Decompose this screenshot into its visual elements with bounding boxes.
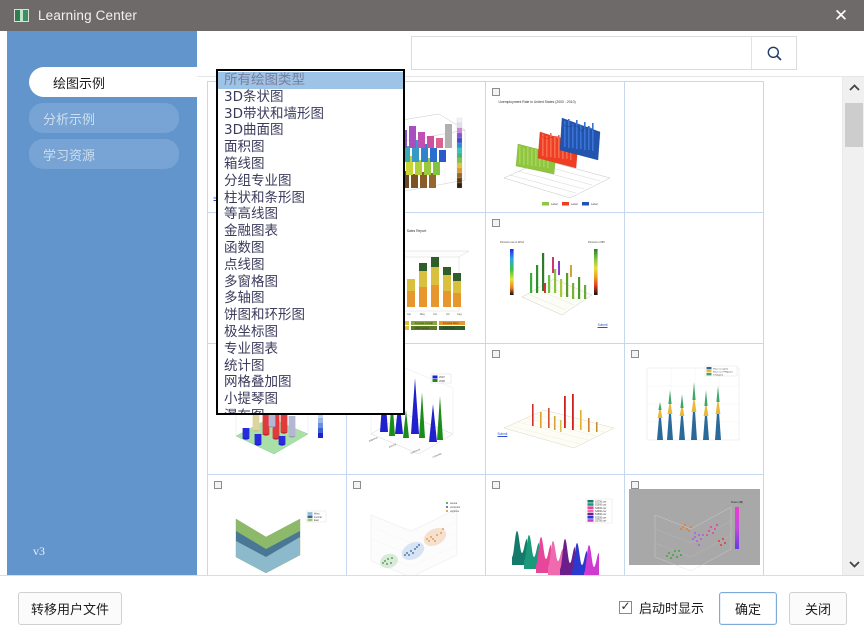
dropdown-option[interactable]: 网格叠加图 bbox=[218, 374, 403, 391]
list-item[interactable]: Unemployment Rate in United States (2000… bbox=[484, 80, 625, 213]
dropdown-option[interactable]: 极坐标图 bbox=[218, 324, 403, 341]
svg-text:Apr: Apr bbox=[407, 312, 411, 316]
svg-text:Percent Low in Wind: Percent Low in Wind bbox=[500, 240, 524, 244]
dropdown-option[interactable]: 3D曲面图 bbox=[218, 122, 403, 139]
dropdown-option[interactable]: 面积图 bbox=[218, 139, 403, 156]
window-body: 绘图示例 分析示例 学习资源 v3 Unemployment Rate in U… bbox=[0, 31, 864, 638]
scroll-up-icon[interactable] bbox=[843, 77, 864, 99]
scroll-down-icon[interactable] bbox=[843, 553, 864, 575]
dropdown-option[interactable]: 箱线图 bbox=[218, 156, 403, 173]
svg-text:Jul: Jul bbox=[446, 312, 450, 316]
svg-text:Colorado: Colorado bbox=[432, 451, 443, 458]
dropdown-option[interactable]: 专业图表 bbox=[218, 341, 403, 358]
svg-text:Power (dB): Power (dB) bbox=[731, 501, 743, 504]
sidebar-item-learning-resources[interactable]: 学习资源 bbox=[29, 139, 179, 169]
window-titlebar: Learning Center ✕ bbox=[0, 0, 864, 31]
dropdown-option[interactable]: 3D条状图 bbox=[218, 89, 403, 106]
list-item[interactable]: Submit bbox=[484, 342, 625, 475]
thumbnail-link[interactable]: Submit bbox=[498, 432, 508, 436]
dropdown-option[interactable]: 瀑布图 bbox=[218, 408, 403, 413]
search-icon bbox=[767, 46, 782, 61]
dropdown-option[interactable]: 统计图 bbox=[218, 358, 403, 375]
svg-text:Mean Cu PPB(ppm): Mean Cu PPB(ppm) bbox=[713, 371, 733, 373]
list-item[interactable]: Mean Cu (ppm) Mean Cu PPB(ppm) STD(ppm) bbox=[623, 342, 764, 475]
svg-text:Percent in MPI: Percent in MPI bbox=[588, 240, 605, 244]
sidebar-item-label: 绘图示例 bbox=[53, 75, 106, 91]
dropdown-option[interactable]: 3D带状和墙形图 bbox=[218, 106, 403, 123]
sidebar-item-analysis-examples[interactable]: 分析示例 bbox=[29, 103, 179, 133]
search-box bbox=[411, 36, 797, 70]
svg-text:2009 West: 2009 West bbox=[443, 327, 455, 330]
svg-text:Jun: Jun bbox=[433, 312, 438, 316]
sidebar-items: 绘图示例 分析示例 学习资源 bbox=[7, 67, 197, 169]
scrollbar-thumb[interactable] bbox=[845, 103, 863, 147]
sidebar-item-label: 分析示例 bbox=[43, 111, 96, 127]
sidebar: 绘图示例 分析示例 学习资源 v3 bbox=[0, 31, 197, 575]
svg-text:2007: 2007 bbox=[439, 375, 445, 379]
svg-text:S2750.csv: S2750.csv bbox=[595, 519, 607, 522]
thumbnail-link[interactable]: Submit bbox=[598, 323, 608, 327]
ok-button[interactable]: 确定 bbox=[719, 592, 777, 625]
close-icon[interactable]: ✕ bbox=[818, 0, 864, 31]
list-item[interactable]: West Central East bbox=[206, 473, 347, 575]
version-label: v3 bbox=[33, 544, 45, 558]
svg-text:STD(ppm): STD(ppm) bbox=[713, 374, 723, 376]
transfer-user-files-button[interactable]: 转移用户文件 bbox=[18, 592, 122, 625]
search-input[interactable] bbox=[412, 37, 751, 69]
learning-center-window: Learning Center ✕ 绘图示例 分析示例 学习资源 v3 Unem… bbox=[0, 0, 864, 638]
checkbox-check-icon bbox=[618, 599, 632, 614]
svg-text:Label: Label bbox=[591, 202, 598, 206]
svg-text:Aug: Aug bbox=[457, 312, 462, 316]
dropdown-option[interactable]: 点线图 bbox=[218, 257, 403, 274]
dropdown-option[interactable]: 等高线图 bbox=[218, 206, 403, 223]
list-item[interactable]: Power (dB) bbox=[623, 473, 764, 575]
app-icon bbox=[14, 9, 29, 22]
list-item[interactable]: Percent Low in Wind Percent in MPI Submi… bbox=[484, 211, 625, 344]
dropdown-option[interactable]: 金融图表 bbox=[218, 223, 403, 240]
svg-text:Forecast Central: Forecast Central bbox=[415, 322, 433, 325]
svg-text:Mean Cu (ppm): Mean Cu (ppm) bbox=[713, 368, 728, 370]
show-on-startup-checkbox[interactable]: 启动时显示 bbox=[618, 598, 704, 617]
svg-text:2008: 2008 bbox=[439, 378, 445, 382]
dropdown-option[interactable]: 函数图 bbox=[218, 240, 403, 257]
svg-text:Alabama: Alabama bbox=[368, 436, 378, 443]
show-on-startup-label: 启动时显示 bbox=[638, 601, 704, 616]
sidebar-item-plot-examples[interactable]: 绘图示例 bbox=[29, 67, 197, 97]
dropdown-option[interactable]: 多窗格图 bbox=[218, 274, 403, 291]
window-title: Learning Center bbox=[38, 8, 138, 23]
vertical-scrollbar[interactable] bbox=[842, 77, 864, 575]
svg-text:setosa: setosa bbox=[450, 502, 458, 505]
list-item[interactable]: S1750.csv S2000.csv S2500.csv S3000.csv … bbox=[484, 473, 625, 575]
dropdown-option[interactable]: 小提琴图 bbox=[218, 391, 403, 408]
svg-text:Label: Label bbox=[571, 202, 578, 206]
list-item[interactable] bbox=[623, 211, 764, 344]
svg-text:Forecast West: Forecast West bbox=[443, 322, 459, 325]
svg-text:versicolor: versicolor bbox=[450, 506, 460, 509]
close-button[interactable]: 关闭 bbox=[789, 592, 847, 625]
svg-text:2009 Central: 2009 Central bbox=[415, 327, 429, 330]
list-item[interactable]: setosa versicolor virginica bbox=[345, 473, 486, 575]
dropdown-option[interactable]: 所有绘图类型 bbox=[218, 72, 403, 89]
svg-text:Label: Label bbox=[551, 202, 558, 206]
dropdown-option[interactable]: 分组专业图 bbox=[218, 173, 403, 190]
sidebar-item-label: 学习资源 bbox=[43, 147, 96, 163]
bottom-action-bar: 转移用户文件 启动时显示 确定 关闭 bbox=[0, 575, 864, 638]
search-button[interactable] bbox=[751, 37, 796, 69]
plot-type-dropdown-list[interactable]: 所有绘图类型 3D条状图 3D带状和墙形图 3D曲面图 面积图 箱线图 分组专业… bbox=[216, 69, 405, 415]
list-item[interactable] bbox=[623, 80, 764, 213]
dropdown-option[interactable]: 饼图和环形图 bbox=[218, 307, 403, 324]
dropdown-option[interactable]: 柱状和条形图 bbox=[218, 190, 403, 207]
svg-text:May: May bbox=[420, 312, 426, 316]
dropdown-option[interactable]: 多轴图 bbox=[218, 290, 403, 307]
svg-text:East: East bbox=[314, 519, 319, 522]
svg-text:virginica: virginica bbox=[450, 510, 459, 513]
